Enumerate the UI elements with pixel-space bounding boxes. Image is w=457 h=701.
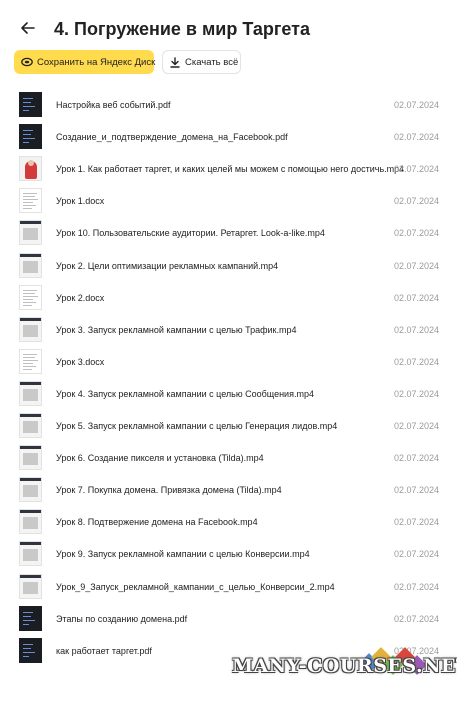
file-name: Урок 6. Создание пикселя и установка (Ti…: [56, 453, 264, 464]
file-name: Урок 1. Как работает таргет, и каких цел…: [56, 164, 405, 175]
file-name: Урок 5. Запуск рекламной кампании с цель…: [56, 421, 338, 431]
file-row[interactable]: Урок 9. Запуск рекламной кампании с цель…: [0, 539, 457, 571]
save-to-yandex-disk-button[interactable]: Сохранить на Яндекс Диск: [14, 50, 156, 74]
file-name: Урок 3.docx: [56, 356, 105, 367]
file-thumbnail: [19, 413, 42, 438]
file-date: 02.07.2024: [393, 581, 439, 592]
file-row[interactable]: Создание_и_подтверждение_домена_на_Faceb…: [0, 122, 457, 154]
file-name: Урок_9_Запуск_рекламной_кампании_с_целью…: [56, 581, 335, 592]
file-name: Урок 2. Цели оптимизации рекламных кампа…: [56, 260, 279, 271]
file-date: 02.07.2024: [393, 517, 439, 528]
file-date: 02.07.2024: [393, 356, 439, 367]
file-row[interactable]: Урок 5. Запуск рекламной кампании с цель…: [0, 411, 457, 443]
file-thumbnail: [19, 284, 42, 310]
file-row[interactable]: Урок 2.docx 02.07.2024: [0, 283, 457, 315]
file-thumbnail: [19, 124, 42, 150]
file-date: 02.07.2024: [393, 196, 439, 207]
file-thumbnail: [19, 605, 42, 631]
file-thumbnail: [19, 445, 42, 471]
file-thumbnail: [19, 188, 42, 214]
file-thumbnail: [19, 316, 42, 342]
page-title: 4. Погружение в мир Таргета: [54, 19, 311, 39]
file-thumbnail: [19, 380, 42, 406]
download-icon: [169, 56, 181, 68]
yandex-disk-icon: [21, 56, 33, 68]
file-date: 02.07.2024: [393, 228, 439, 239]
file-thumbnail: [19, 477, 42, 503]
file-thumbnail: [19, 156, 42, 182]
save-button-label: Сохранить на Яндекс Диск: [37, 56, 156, 68]
file-row[interactable]: Урок 3.docx 02.07.2024: [0, 347, 457, 379]
file-thumbnail: [19, 637, 42, 663]
file-date: 02.07.2024: [393, 260, 439, 271]
file-row[interactable]: Урок 8. Подтвержение домена на Facebook.…: [0, 507, 457, 539]
file-date: 02.07.2024: [393, 388, 439, 399]
file-row[interactable]: Урок 2. Цели оптимизации рекламных кампа…: [0, 251, 457, 283]
file-date: 02.07.2024: [393, 100, 439, 110]
file-name: Создание_и_подтверждение_домена_на_Faceb…: [56, 132, 288, 143]
page-header: 4. Погружение в мир Таргета: [0, 0, 457, 44]
file-name: Урок 4. Запуск рекламной кампании с цель…: [56, 388, 314, 399]
file-date: 02.07.2024: [393, 453, 439, 464]
file-name: Урок 2.docx: [56, 292, 105, 303]
download-all-button[interactable]: Скачать всё: [162, 50, 241, 74]
file-date: 02.07.2024: [393, 324, 439, 335]
file-name: Урок 3. Запуск рекламной кампании с цель…: [56, 324, 297, 335]
file-name: как работает таргет.pdf: [56, 645, 152, 656]
file-row[interactable]: Урок 10. Пользовательские аудитории. Рет…: [0, 218, 457, 250]
file-row[interactable]: Настройка веб событий.pdf 02.07.2024: [0, 90, 457, 122]
file-date: 02.07.2024: [393, 164, 439, 175]
file-thumbnail: [19, 348, 42, 374]
file-thumbnail: [19, 252, 42, 278]
file-row[interactable]: Урок 7. Покупка домена. Привязка домена …: [0, 475, 457, 507]
file-name: Урок 8. Подтвержение домена на Facebook.…: [56, 517, 258, 528]
file-thumbnail: [19, 541, 42, 567]
file-date: 02.07.2024: [393, 132, 439, 143]
file-thumbnail: [19, 92, 42, 117]
file-date: 02.07.2024: [393, 421, 439, 431]
download-button-label: Скачать всё: [185, 56, 239, 68]
arrow-left-icon: [21, 21, 35, 39]
file-date: 02.07.2024: [393, 613, 439, 624]
file-thumbnail: [19, 509, 42, 535]
file-date: 02.07.2024: [393, 549, 439, 560]
file-row[interactable]: Урок 3. Запуск рекламной кампании с цель…: [0, 315, 457, 347]
file-thumbnail: [19, 573, 42, 599]
file-name: Урок 7. Покупка домена. Привязка домена …: [56, 485, 282, 496]
file-name: Урок 1.docx: [56, 196, 105, 207]
file-name: Урок 10. Пользовательские аудитории. Рет…: [56, 228, 325, 239]
file-row[interactable]: Этапы по созданию домена.pdf 02.07.2024: [0, 604, 457, 636]
file-name: Урок 9. Запуск рекламной кампании с цель…: [56, 549, 310, 560]
file-row[interactable]: Урок 6. Создание пикселя и установка (Ti…: [0, 443, 457, 475]
back-button[interactable]: [18, 20, 38, 40]
file-thumbnail: [19, 220, 42, 246]
file-name: Настройка веб событий.pdf: [56, 100, 171, 110]
file-row[interactable]: Урок 1. Как работает таргет, и каких цел…: [0, 154, 457, 186]
file-row[interactable]: Урок 4. Запуск рекламной кампании с цель…: [0, 379, 457, 411]
file-row[interactable]: Урок 1.docx 02.07.2024: [0, 186, 457, 218]
file-date: 02.07.2024: [393, 485, 439, 496]
file-row[interactable]: Урок_9_Запуск_рекламной_кампании_с_целью…: [0, 572, 457, 604]
file-date: 02.07.2024: [393, 292, 439, 303]
file-name: Этапы по созданию домена.pdf: [56, 613, 188, 624]
watermark-text: MANY-COURSES.NET: [232, 655, 457, 677]
